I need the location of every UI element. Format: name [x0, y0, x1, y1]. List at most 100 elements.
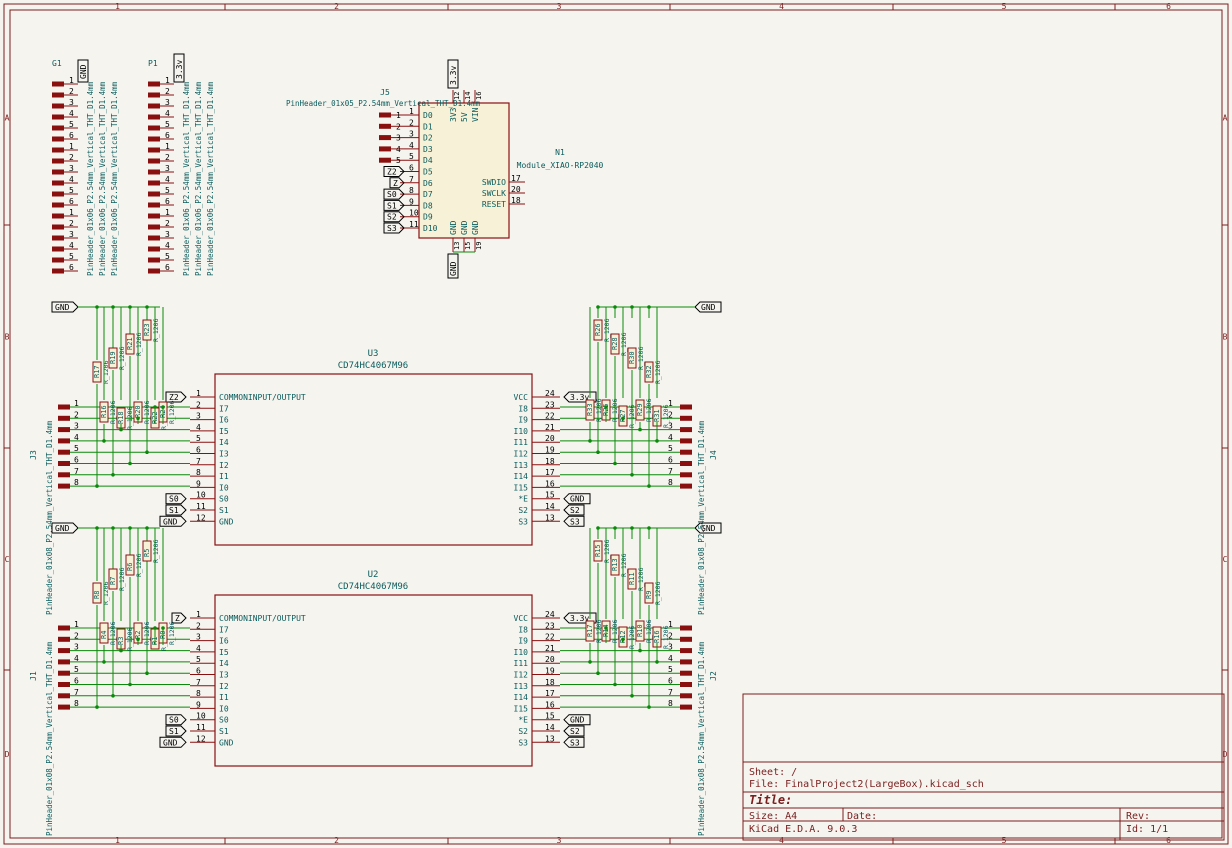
- junction: [128, 682, 132, 687]
- pin-number: 19: [545, 667, 555, 676]
- resistor-value: R_1206: [143, 400, 151, 424]
- pin-name: I10: [514, 648, 529, 657]
- junction: [136, 637, 140, 642]
- header-pin: [379, 112, 391, 118]
- power-label-text: 3.3v: [175, 60, 184, 79]
- header-pin: [148, 169, 160, 175]
- mux-ref: U3: [368, 349, 379, 359]
- resistor-ref: R19: [109, 351, 117, 364]
- junction: [596, 671, 600, 675]
- pin-number: 15: [545, 491, 555, 500]
- pin-name: D4: [423, 156, 433, 165]
- header-pin: [379, 135, 391, 141]
- pin-number: 3: [165, 230, 170, 239]
- junction: [95, 705, 99, 709]
- junction: [153, 405, 157, 409]
- pin-number: 5: [69, 252, 74, 261]
- header-pin: [148, 191, 160, 197]
- net-label-text: S0: [387, 190, 397, 199]
- pin-name: D6: [423, 179, 433, 188]
- junction: [630, 473, 634, 477]
- tool-label: KiCad E.D.A. 9.0.3: [749, 824, 857, 835]
- net-label-text: S3: [387, 224, 397, 233]
- pin-name: D3: [423, 145, 433, 154]
- pin-name: D1: [423, 122, 433, 131]
- pin-number: 2: [165, 153, 170, 162]
- column-marker: 6: [1166, 2, 1171, 11]
- row-marker: B: [1223, 333, 1228, 342]
- pin-name: D0: [423, 111, 433, 120]
- resistor-ref: R9: [645, 591, 653, 599]
- resistor-value: R_1206: [611, 619, 619, 643]
- header-value: PinHeader_01x06_P2.54mm_Vertical_THT_D1.…: [86, 81, 95, 276]
- pin-name: I4: [219, 659, 229, 668]
- resistor: R13 R_1206: [610, 553, 628, 577]
- net-label-text: GND: [163, 738, 178, 747]
- resistor: R16 R_1206: [652, 625, 670, 649]
- header-pin: [148, 246, 160, 252]
- pin-number: 6: [668, 677, 673, 686]
- resistor-value: R_1206: [143, 621, 151, 645]
- junction: [630, 694, 634, 698]
- pin-number: 15: [464, 242, 472, 250]
- resistor-ref: R21: [126, 337, 134, 350]
- pin-number: 3: [396, 134, 401, 143]
- pin-name: I12: [514, 671, 529, 680]
- junction: [596, 450, 600, 455]
- junction: [136, 416, 140, 421]
- resistor: R23 R_1206: [142, 318, 160, 342]
- resistor-value: R_1206: [126, 627, 134, 651]
- pin-number: 14: [464, 92, 472, 100]
- header-pin: [52, 169, 64, 175]
- header-pin: [58, 483, 70, 489]
- pin-number: 13: [545, 513, 555, 522]
- pin-number: 3: [69, 164, 74, 173]
- pin-number: 1: [196, 610, 201, 619]
- row-marker: C: [5, 555, 10, 564]
- pin-number: 4: [196, 423, 201, 432]
- net-label-text: S3: [570, 517, 580, 526]
- row-marker: D: [5, 750, 10, 759]
- pin-name: GND: [219, 738, 234, 747]
- resistor-ref: R11: [628, 572, 636, 585]
- junction: [613, 461, 617, 466]
- junction: [588, 439, 592, 443]
- mux-value: CD74HC4067M96: [338, 361, 408, 371]
- junction: [647, 484, 651, 488]
- resistor-ref: R16: [653, 630, 661, 643]
- pin-number: 1: [165, 76, 170, 85]
- header-value: PinHeader_01x08_P2.54mm_Vertical_THT_D1.…: [45, 420, 54, 615]
- pin-number: 5: [668, 444, 673, 453]
- resistor: R20 R_1206: [133, 400, 151, 424]
- module-ref: N1: [555, 148, 565, 157]
- pin-name: SWCLK: [482, 189, 506, 198]
- junction: [647, 705, 651, 709]
- header-pin: [148, 257, 160, 263]
- header-ref: J3: [29, 450, 38, 460]
- header-value: PinHeader_01x06_P2.54mm_Vertical_THT_D1.…: [206, 81, 215, 276]
- pin-number: 9: [409, 197, 414, 206]
- pin-number: 13: [545, 734, 555, 743]
- resistor-value: R_1206: [654, 581, 662, 605]
- pin-number: 8: [409, 186, 414, 195]
- pin-number: 3: [69, 230, 74, 239]
- pin-number: 14: [545, 723, 555, 732]
- pin-name: S0: [219, 716, 229, 725]
- header-pin: [58, 682, 70, 687]
- resistor-value: R_1206: [628, 625, 636, 649]
- resistor: R32 R_1206: [644, 360, 662, 384]
- pin-number: 11: [196, 502, 206, 511]
- header-pin: [680, 693, 692, 699]
- pin-number: 8: [74, 478, 79, 487]
- pin-number: 5: [69, 120, 74, 129]
- header-pin: [58, 659, 70, 665]
- resistor-value: R_1206: [118, 567, 126, 591]
- pin-number: 7: [196, 457, 201, 466]
- pin-name: I15: [514, 704, 529, 713]
- resistor: R21 R_1206: [125, 332, 143, 356]
- header-pin: [52, 147, 64, 153]
- pin-number: 17: [545, 468, 555, 477]
- power-label-text: GND: [449, 261, 458, 276]
- header-pin: [148, 235, 160, 241]
- pin-name: D10: [423, 224, 438, 233]
